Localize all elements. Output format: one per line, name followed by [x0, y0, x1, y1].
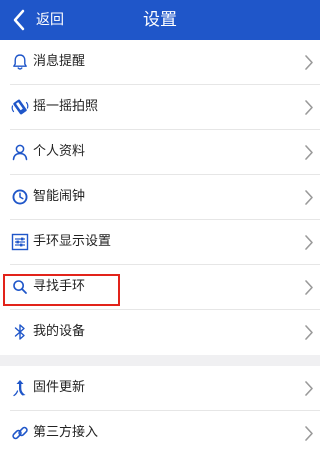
update-arrow-icon	[13, 380, 26, 397]
clock-icon	[12, 189, 28, 205]
bell-icon	[13, 54, 27, 70]
settings-item-my-device[interactable]: 我的设备	[0, 310, 320, 355]
chevron-right-icon	[305, 55, 313, 70]
settings-screen: 返回 设置 消息提醒 摇一摇拍照 个人资料 智能闹钟 手环显示设置 寻找手环 我…	[0, 0, 320, 457]
settings-item-label: 寻找手环	[33, 279, 86, 294]
shake-phone-icon	[11, 99, 29, 115]
settings-item-shake-photo[interactable]: 摇一摇拍照	[0, 85, 320, 130]
sliders-icon	[11, 233, 29, 251]
chevron-right-icon	[305, 235, 313, 250]
person-icon	[12, 144, 28, 161]
header-bar: 返回 设置	[0, 0, 320, 40]
settings-item-label: 固件更新	[33, 380, 86, 395]
settings-item-profile[interactable]: 个人资料	[0, 130, 320, 175]
settings-item-message-reminder[interactable]: 消息提醒	[0, 40, 320, 85]
bluetooth-icon	[14, 324, 25, 340]
chevron-right-icon	[305, 280, 313, 295]
search-icon	[13, 280, 27, 294]
settings-item-label: 智能闹钟	[33, 189, 86, 204]
settings-list: 消息提醒 摇一摇拍照 个人资料 智能闹钟 手环显示设置 寻找手环 我的设备 固件…	[0, 40, 320, 456]
settings-item-band-display[interactable]: 手环显示设置	[0, 220, 320, 265]
settings-item-firmware-update[interactable]: 固件更新	[0, 366, 320, 411]
page-title: 设置	[143, 10, 177, 30]
chevron-right-icon	[305, 381, 313, 396]
settings-item-label: 个人资料	[33, 144, 86, 159]
link-icon	[12, 426, 28, 440]
chevron-right-icon	[305, 100, 313, 115]
settings-item-third-party[interactable]: 第三方接入	[0, 411, 320, 456]
settings-item-label: 我的设备	[33, 324, 86, 339]
chevron-right-icon	[305, 190, 313, 205]
chevron-right-icon	[305, 145, 313, 160]
section-divider	[0, 355, 320, 366]
settings-item-smart-alarm[interactable]: 智能闹钟	[0, 175, 320, 220]
settings-item-label: 手环显示设置	[33, 234, 112, 249]
chevron-right-icon	[305, 426, 313, 441]
settings-item-label: 第三方接入	[33, 425, 99, 440]
chevron-right-icon	[305, 325, 313, 340]
settings-item-label: 摇一摇拍照	[33, 99, 99, 114]
settings-item-find-band[interactable]: 寻找手环	[0, 265, 320, 310]
settings-item-label: 消息提醒	[33, 54, 86, 69]
